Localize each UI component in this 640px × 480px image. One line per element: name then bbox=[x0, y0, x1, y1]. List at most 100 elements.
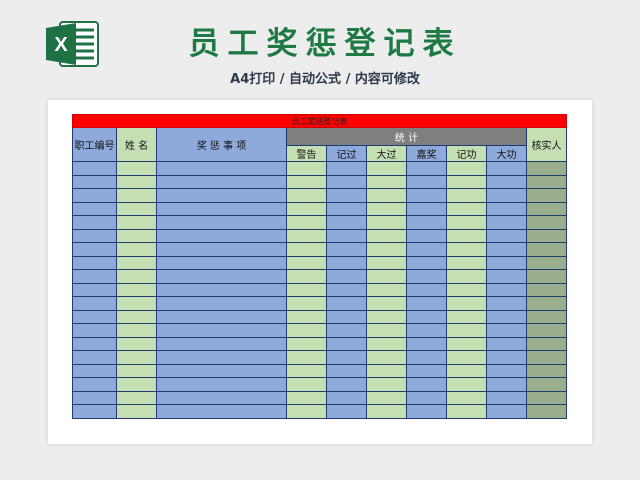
verifier-cell[interactable] bbox=[525, 255, 568, 270]
major-merit-cell[interactable] bbox=[486, 161, 527, 176]
name-cell[interactable] bbox=[116, 350, 157, 365]
employee-id-cell[interactable] bbox=[72, 309, 117, 324]
employee-id-cell[interactable] bbox=[72, 336, 117, 351]
name-cell[interactable] bbox=[116, 282, 157, 297]
demerit-cell[interactable] bbox=[326, 215, 367, 230]
warning-cell[interactable] bbox=[286, 201, 327, 216]
employee-id-cell[interactable] bbox=[72, 255, 117, 270]
commendation-cell[interactable] bbox=[406, 269, 447, 284]
major-merit-cell[interactable] bbox=[486, 377, 527, 392]
merit-cell[interactable] bbox=[446, 174, 487, 189]
verifier-cell[interactable] bbox=[525, 363, 568, 378]
name-cell[interactable] bbox=[116, 377, 157, 392]
name-cell[interactable] bbox=[116, 269, 157, 284]
major-merit-cell[interactable] bbox=[486, 174, 527, 189]
verifier-cell[interactable] bbox=[525, 242, 568, 257]
verifier-cell[interactable] bbox=[525, 174, 568, 189]
verifier-cell[interactable] bbox=[525, 188, 568, 203]
demerit-cell[interactable] bbox=[326, 390, 367, 405]
major-demerit-cell[interactable] bbox=[366, 161, 407, 176]
employee-id-cell[interactable] bbox=[72, 242, 117, 257]
merit-cell[interactable] bbox=[446, 215, 487, 230]
major-merit-cell[interactable] bbox=[486, 201, 527, 216]
verifier-cell[interactable] bbox=[525, 215, 568, 230]
major-merit-cell[interactable] bbox=[486, 242, 527, 257]
employee-id-cell[interactable] bbox=[72, 174, 117, 189]
verifier-cell[interactable] bbox=[525, 377, 568, 392]
verifier-cell[interactable] bbox=[525, 269, 568, 284]
warning-cell[interactable] bbox=[286, 242, 327, 257]
name-cell[interactable] bbox=[116, 228, 157, 243]
verifier-cell[interactable] bbox=[525, 404, 568, 419]
employee-id-cell[interactable] bbox=[72, 323, 117, 338]
warning-cell[interactable] bbox=[286, 255, 327, 270]
name-cell[interactable] bbox=[116, 201, 157, 216]
major-merit-cell[interactable] bbox=[486, 323, 527, 338]
merit-cell[interactable] bbox=[446, 228, 487, 243]
commendation-cell[interactable] bbox=[406, 404, 447, 419]
major-demerit-cell[interactable] bbox=[366, 296, 407, 311]
demerit-cell[interactable] bbox=[326, 323, 367, 338]
matter-cell[interactable] bbox=[156, 255, 287, 270]
merit-cell[interactable] bbox=[446, 363, 487, 378]
commendation-cell[interactable] bbox=[406, 201, 447, 216]
warning-cell[interactable] bbox=[286, 336, 327, 351]
employee-id-cell[interactable] bbox=[72, 161, 117, 176]
commendation-cell[interactable] bbox=[406, 228, 447, 243]
major-merit-cell[interactable] bbox=[486, 350, 527, 365]
employee-id-cell[interactable] bbox=[72, 215, 117, 230]
name-cell[interactable] bbox=[116, 323, 157, 338]
commendation-cell[interactable] bbox=[406, 161, 447, 176]
verifier-cell[interactable] bbox=[525, 309, 568, 324]
demerit-cell[interactable] bbox=[326, 377, 367, 392]
commendation-cell[interactable] bbox=[406, 174, 447, 189]
demerit-cell[interactable] bbox=[326, 161, 367, 176]
major-demerit-cell[interactable] bbox=[366, 228, 407, 243]
demerit-cell[interactable] bbox=[326, 269, 367, 284]
employee-id-cell[interactable] bbox=[72, 188, 117, 203]
employee-id-cell[interactable] bbox=[72, 282, 117, 297]
name-cell[interactable] bbox=[116, 161, 157, 176]
name-cell[interactable] bbox=[116, 309, 157, 324]
employee-id-cell[interactable] bbox=[72, 269, 117, 284]
employee-id-cell[interactable] bbox=[72, 296, 117, 311]
warning-cell[interactable] bbox=[286, 269, 327, 284]
major-merit-cell[interactable] bbox=[486, 255, 527, 270]
warning-cell[interactable] bbox=[286, 188, 327, 203]
major-demerit-cell[interactable] bbox=[366, 215, 407, 230]
matter-cell[interactable] bbox=[156, 201, 287, 216]
warning-cell[interactable] bbox=[286, 309, 327, 324]
employee-id-cell[interactable] bbox=[72, 390, 117, 405]
warning-cell[interactable] bbox=[286, 350, 327, 365]
demerit-cell[interactable] bbox=[326, 404, 367, 419]
commendation-cell[interactable] bbox=[406, 390, 447, 405]
matter-cell[interactable] bbox=[156, 336, 287, 351]
verifier-cell[interactable] bbox=[525, 350, 568, 365]
major-merit-cell[interactable] bbox=[486, 336, 527, 351]
major-merit-cell[interactable] bbox=[486, 282, 527, 297]
matter-cell[interactable] bbox=[156, 188, 287, 203]
merit-cell[interactable] bbox=[446, 390, 487, 405]
major-merit-cell[interactable] bbox=[486, 228, 527, 243]
major-demerit-cell[interactable] bbox=[366, 350, 407, 365]
verifier-cell[interactable] bbox=[525, 282, 568, 297]
merit-cell[interactable] bbox=[446, 242, 487, 257]
major-merit-cell[interactable] bbox=[486, 404, 527, 419]
commendation-cell[interactable] bbox=[406, 336, 447, 351]
major-demerit-cell[interactable] bbox=[366, 377, 407, 392]
name-cell[interactable] bbox=[116, 242, 157, 257]
commendation-cell[interactable] bbox=[406, 282, 447, 297]
matter-cell[interactable] bbox=[156, 309, 287, 324]
name-cell[interactable] bbox=[116, 188, 157, 203]
matter-cell[interactable] bbox=[156, 390, 287, 405]
major-demerit-cell[interactable] bbox=[366, 404, 407, 419]
commendation-cell[interactable] bbox=[406, 363, 447, 378]
warning-cell[interactable] bbox=[286, 377, 327, 392]
major-merit-cell[interactable] bbox=[486, 390, 527, 405]
matter-cell[interactable] bbox=[156, 282, 287, 297]
commendation-cell[interactable] bbox=[406, 350, 447, 365]
demerit-cell[interactable] bbox=[326, 228, 367, 243]
name-cell[interactable] bbox=[116, 296, 157, 311]
matter-cell[interactable] bbox=[156, 296, 287, 311]
matter-cell[interactable] bbox=[156, 323, 287, 338]
